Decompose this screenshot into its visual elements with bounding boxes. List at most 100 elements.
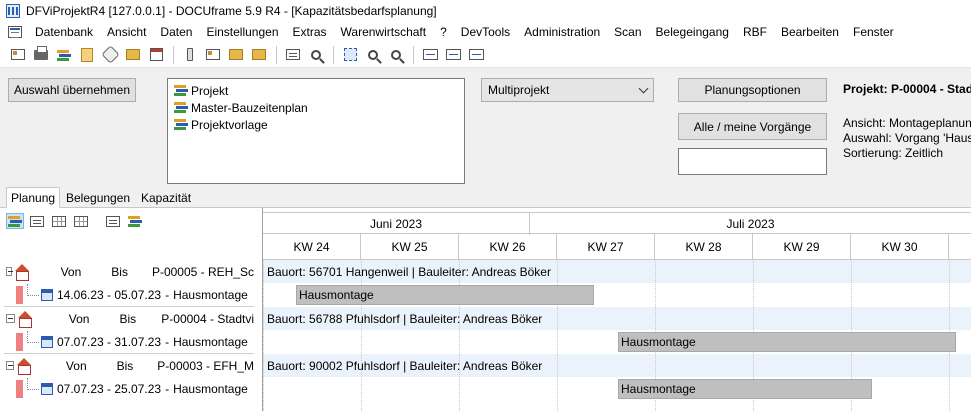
mode-select-value: Multiprojekt — [488, 83, 550, 97]
list-item[interactable]: Master-Bauzeitenplan — [168, 99, 464, 116]
task-name: Hausmontage — [173, 334, 248, 349]
phone-button[interactable] — [180, 45, 200, 65]
zoom-fit-icon — [343, 48, 357, 61]
list-item[interactable]: Projekt — [168, 82, 464, 99]
menu-rbf[interactable]: RBF — [736, 25, 774, 39]
grid-view-button[interactable] — [50, 213, 68, 229]
folder-move-icon — [252, 49, 266, 60]
menu-datenbank[interactable]: Datenbank — [28, 25, 100, 39]
menu-extras[interactable]: Extras — [286, 25, 334, 39]
mode-select[interactable]: Multiprojekt — [481, 78, 654, 102]
selection-list[interactable]: Projekt Master-Bauzeitenplan Projektvorl… — [167, 78, 465, 184]
envelope-button[interactable] — [203, 45, 223, 65]
form-icon — [286, 49, 300, 60]
task-icon — [41, 335, 53, 348]
system-menu-icon[interactable] — [8, 26, 22, 38]
tree-view-button[interactable] — [6, 213, 24, 229]
toolbar — [0, 42, 971, 68]
project-icon — [174, 84, 188, 97]
folder-button[interactable] — [123, 45, 143, 65]
house-icon — [17, 310, 33, 328]
week-gridline — [263, 260, 264, 411]
tree-row-task[interactable]: 14.06.23 - 05.07.23 - Hausmontage — [4, 283, 254, 306]
zoom-out-button[interactable] — [386, 45, 406, 65]
project-list-button[interactable] — [54, 45, 74, 65]
app-icon — [6, 4, 20, 18]
tree-row-project[interactable]: Von Bis P-00004 - Stadtvi — [4, 307, 254, 330]
search-button[interactable] — [306, 45, 326, 65]
project-location-text: Bauort: 56701 Hangenweil | Bauleiter: An… — [267, 264, 551, 279]
tree-row-project[interactable]: Von Bis P-00005 - REH_Sc — [4, 260, 254, 283]
phone-icon — [187, 48, 193, 61]
menu-help[interactable]: ? — [433, 25, 454, 39]
week-kw29: KW 29 — [753, 234, 851, 260]
week-next — [949, 234, 971, 260]
menu-administration[interactable]: Administration — [517, 25, 607, 39]
form-view-button[interactable] — [28, 213, 46, 229]
tab-kapazitaet[interactable]: Kapazität — [137, 188, 195, 208]
menu-scan[interactable]: Scan — [607, 25, 648, 39]
zoom-fit-button[interactable] — [340, 45, 360, 65]
tree-row-project[interactable]: Von Bis P-00003 - EFH_M — [4, 354, 254, 377]
menu-einstellungen[interactable]: Einstellungen — [199, 25, 285, 39]
folder-add-button[interactable] — [226, 45, 246, 65]
expand-icon — [468, 49, 484, 60]
calendar-button[interactable] — [146, 45, 166, 65]
filter-input[interactable] — [678, 148, 827, 175]
tree-row-task[interactable]: 07.07.23 - 31.07.23 - Hausmontage — [4, 330, 254, 353]
tag-button[interactable] — [100, 45, 120, 65]
menu-fenster[interactable]: Fenster — [846, 25, 901, 39]
print-button[interactable] — [31, 45, 51, 65]
auswahl-uebernehmen-button[interactable]: Auswahl übernehmen — [8, 78, 136, 102]
menu-daten[interactable]: Daten — [153, 25, 199, 39]
project-location-text: Bauort: 90002 Pfuhlsdorf | Bauleiter: An… — [267, 358, 543, 373]
menu-ansicht[interactable]: Ansicht — [100, 25, 153, 39]
tree-toolbar — [6, 212, 144, 230]
expand-button[interactable] — [466, 45, 486, 65]
task-dates: 14.06.23 - 05.07.23 — [57, 287, 162, 302]
zoom-in-icon — [368, 49, 378, 60]
project-name: P-00004 - Stadtvi — [161, 311, 254, 326]
info-ansicht: Ansicht: Montageplanun — [843, 116, 971, 130]
list-item[interactable]: Projektvorlage — [168, 116, 464, 133]
project-name: P-00003 - EFH_M — [157, 358, 254, 373]
project-icon — [174, 118, 188, 131]
gantt-task-bar[interactable]: Hausmontage — [618, 332, 956, 352]
form-button[interactable] — [283, 45, 303, 65]
alle-meine-vorgaenge-button[interactable]: Alle / meine Vorgänge — [678, 113, 827, 140]
folder-icon — [126, 49, 140, 60]
address-card-button[interactable] — [8, 45, 28, 65]
collapse-icon[interactable] — [6, 267, 14, 276]
collapse-icon[interactable] — [6, 314, 15, 323]
document-button[interactable] — [77, 45, 97, 65]
collapse-icon[interactable] — [6, 361, 15, 370]
week-kw30: KW 30 — [851, 234, 949, 260]
task-name-prefix: - — [165, 334, 170, 349]
menu-devtools[interactable]: DevTools — [454, 25, 517, 39]
von-label: Von — [65, 358, 87, 373]
week-kw28: KW 28 — [655, 234, 753, 260]
gantt-task-bar[interactable]: Hausmontage — [618, 379, 872, 399]
scroll-right-button[interactable] — [443, 45, 463, 65]
print-icon — [34, 45, 48, 60]
scroll-left-button[interactable] — [420, 45, 440, 65]
planungsoptionen-button[interactable]: Planungsoptionen — [678, 78, 827, 102]
tab-belegungen[interactable]: Belegungen — [62, 188, 134, 208]
task-name-prefix: - — [165, 381, 170, 396]
zoom-in-button[interactable] — [363, 45, 383, 65]
menu-belegeingang[interactable]: Belegeingang — [649, 25, 736, 39]
folder-move-button[interactable] — [249, 45, 269, 65]
house-icon — [16, 357, 31, 375]
menu-bearbeiten[interactable]: Bearbeiten — [774, 25, 846, 39]
edit-view-button[interactable] — [104, 213, 122, 229]
table-view-button[interactable] — [72, 213, 90, 229]
table-icon — [74, 215, 88, 227]
list-item-label: Projektvorlage — [191, 117, 268, 132]
menu-warenwirtschaft[interactable]: Warenwirtschaft — [334, 25, 434, 39]
task-dates: 07.07.23 - 31.07.23 — [57, 334, 162, 349]
tab-planung[interactable]: Planung — [6, 187, 61, 208]
bars-view-button[interactable] — [126, 213, 144, 229]
tree-row-task[interactable]: 07.07.23 - 25.07.23 - Hausmontage — [4, 377, 254, 400]
gantt-task-bar[interactable]: Hausmontage — [296, 285, 594, 305]
task-dates: 07.07.23 - 25.07.23 — [57, 381, 162, 396]
